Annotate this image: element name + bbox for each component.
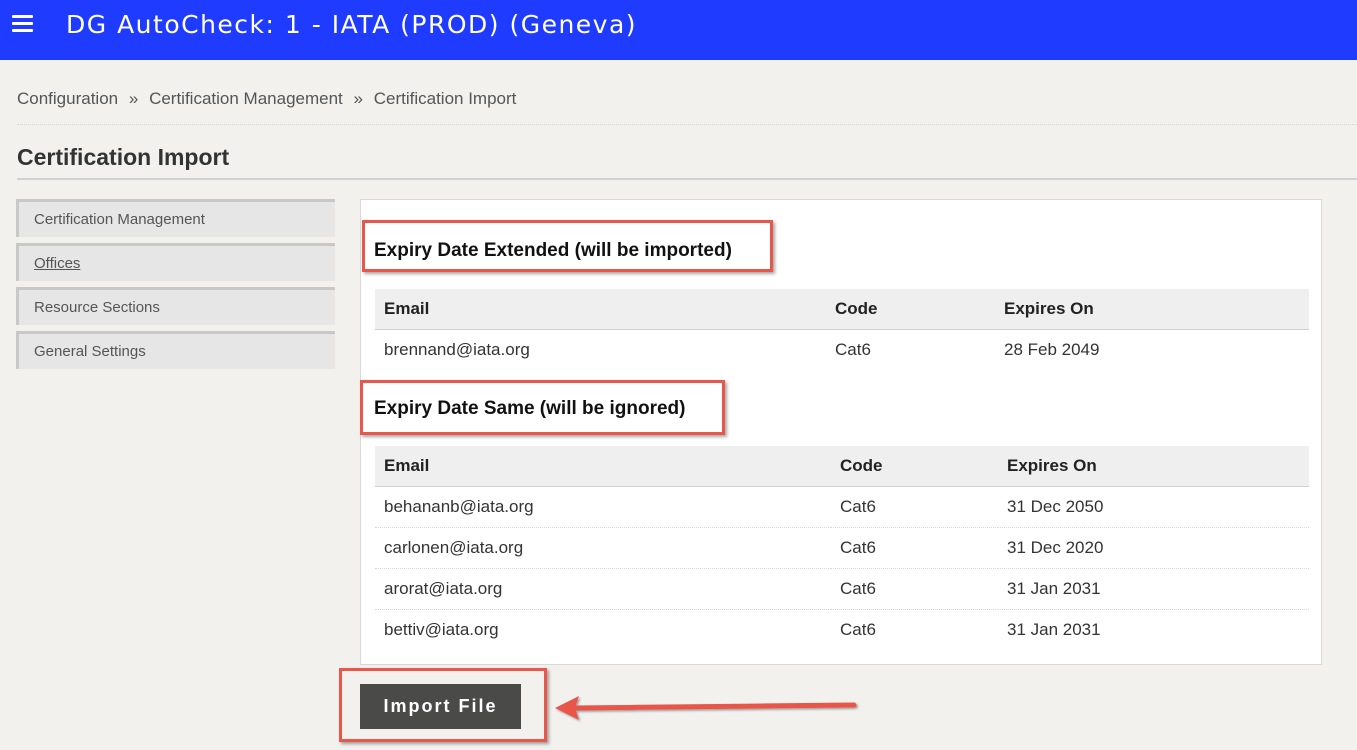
sidebar-item-label: General Settings [34,343,146,360]
column-header-expires-on: Expires On [995,289,1309,330]
breadcrumb-configuration[interactable]: Configuration [17,89,118,108]
import-file-button[interactable]: Import File [360,684,521,729]
breadcrumb-current: Certification Import [373,89,517,108]
sidebar-nav: Certification Management Offices Resourc… [16,199,335,375]
cell-email: bettiv@iata.org [384,620,499,639]
cell-code: Cat6 [831,486,998,528]
cell-expires-on: 31 Jan 2031 [1007,620,1101,639]
cell-expires-on: 31 Dec 2050 [998,486,1309,528]
cell-code: Cat6 [831,568,998,610]
cell-email: brennand@iata.org [384,340,530,359]
page-title: Certification Import [17,144,230,170]
breadcrumb-separator: » [353,89,363,108]
cell-code: Cat6 [835,340,871,359]
cell-email: carlonen@iata.org [375,527,831,569]
table-row: bettiv@iata.org Cat6 31 Jan 2031 [375,610,1309,651]
column-header-expires-on: Expires On [998,446,1309,487]
breadcrumb-divider [17,124,1357,125]
column-header-code: Code [826,289,995,330]
column-header-email: Email [375,289,826,330]
sidebar-item-general-settings[interactable]: General Settings [16,331,335,369]
table-row: arorat@iata.org Cat6 31 Jan 2031 [375,568,1309,610]
extended-table: Email Code Expires On brennand@iata.org … [375,289,1309,370]
table-row: behananb@iata.org Cat6 31 Dec 2050 [375,486,1309,528]
cell-code: Cat6 [831,527,998,569]
column-header-email: Email [375,446,831,487]
cell-expires-on: 31 Dec 2020 [998,527,1309,569]
cell-code: Cat6 [840,620,876,639]
title-divider [17,178,1357,180]
sidebar-item-resource-sections[interactable]: Resource Sections [16,287,335,325]
top-bar: DG AutoCheck: 1 - IATA (PROD) (Geneva) [0,0,1357,60]
sidebar-item-offices[interactable]: Offices [16,243,335,281]
sidebar-item-label: Certification Management [34,211,205,228]
callout-same-heading [360,380,725,435]
sidebar-item-label: Resource Sections [34,299,160,316]
breadcrumb: Configuration » Certification Management… [17,89,516,109]
annotation-arrow-icon [555,696,857,720]
table-row: carlonen@iata.org Cat6 31 Dec 2020 [375,527,1309,569]
sidebar-item-certification-management[interactable]: Certification Management [16,199,335,237]
column-header-code: Code [831,446,998,487]
cell-email: arorat@iata.org [375,568,831,610]
app-title: DG AutoCheck: 1 - IATA (PROD) (Geneva) [66,10,638,39]
sidebar-item-label: Offices [34,255,81,272]
same-table: Email Code Expires On behananb@iata.org … [375,446,1309,650]
callout-extended-heading [362,220,773,272]
cell-expires-on: 31 Jan 2031 [998,568,1309,610]
table-row: brennand@iata.org Cat6 28 Feb 2049 [375,330,1309,371]
cell-expires-on: 28 Feb 2049 [1004,340,1100,359]
breadcrumb-certification-management[interactable]: Certification Management [149,89,343,108]
breadcrumb-separator: » [128,89,139,108]
cell-email: behananb@iata.org [375,486,831,528]
hamburger-menu-icon[interactable] [12,15,33,33]
table-header-row: Email Code Expires On [375,289,1309,330]
table-header-row: Email Code Expires On [375,446,1309,487]
